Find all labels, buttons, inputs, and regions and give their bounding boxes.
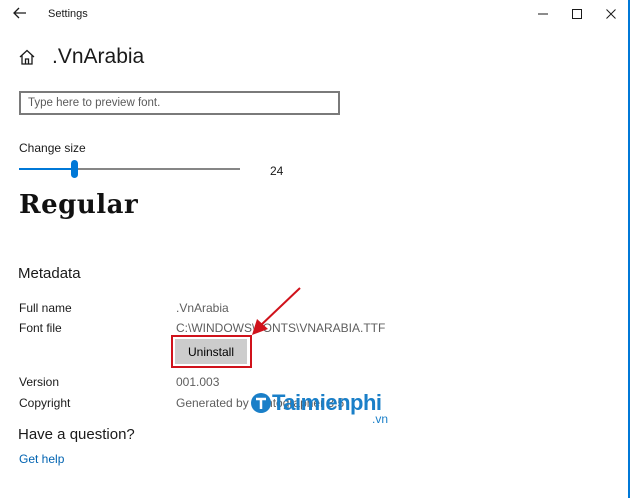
metadata-heading: Metadata: [18, 265, 81, 282]
minimize-icon[interactable]: [535, 6, 551, 22]
font-file-label: Font file: [19, 321, 62, 335]
close-icon[interactable]: [603, 6, 619, 22]
size-slider[interactable]: [19, 160, 240, 178]
page-title: .VnArabia: [52, 45, 145, 68]
font-preview-text: Regular: [19, 190, 139, 220]
copyright-label: Copyright: [19, 396, 71, 410]
back-arrow-icon[interactable]: [12, 5, 28, 21]
get-help-link[interactable]: Get help: [19, 452, 64, 466]
size-value: 24: [270, 164, 284, 178]
help-heading: Have a question?: [18, 426, 135, 443]
full-name-value: .VnArabia: [176, 301, 229, 315]
watermark-badge-icon: [251, 393, 271, 413]
maximize-icon[interactable]: [569, 6, 585, 22]
version-value: 001.003: [176, 375, 220, 389]
window-title: Settings: [48, 8, 88, 20]
watermark-logo: Taimienphi .vn: [250, 388, 410, 430]
size-slider-thumb[interactable]: [71, 160, 79, 178]
version-label: Version: [19, 375, 60, 389]
watermark-text: Taimienphi: [272, 390, 382, 415]
watermark-subtext: .vn: [372, 412, 389, 426]
change-size-label: Change size: [19, 141, 86, 155]
preview-font-input[interactable]: [19, 91, 340, 115]
annotation-arrow-icon: [252, 287, 301, 335]
home-icon[interactable]: [18, 48, 36, 66]
size-slider-fill: [19, 168, 75, 170]
full-name-label: Full name: [19, 301, 72, 315]
title-bar: Settings: [0, 0, 630, 28]
